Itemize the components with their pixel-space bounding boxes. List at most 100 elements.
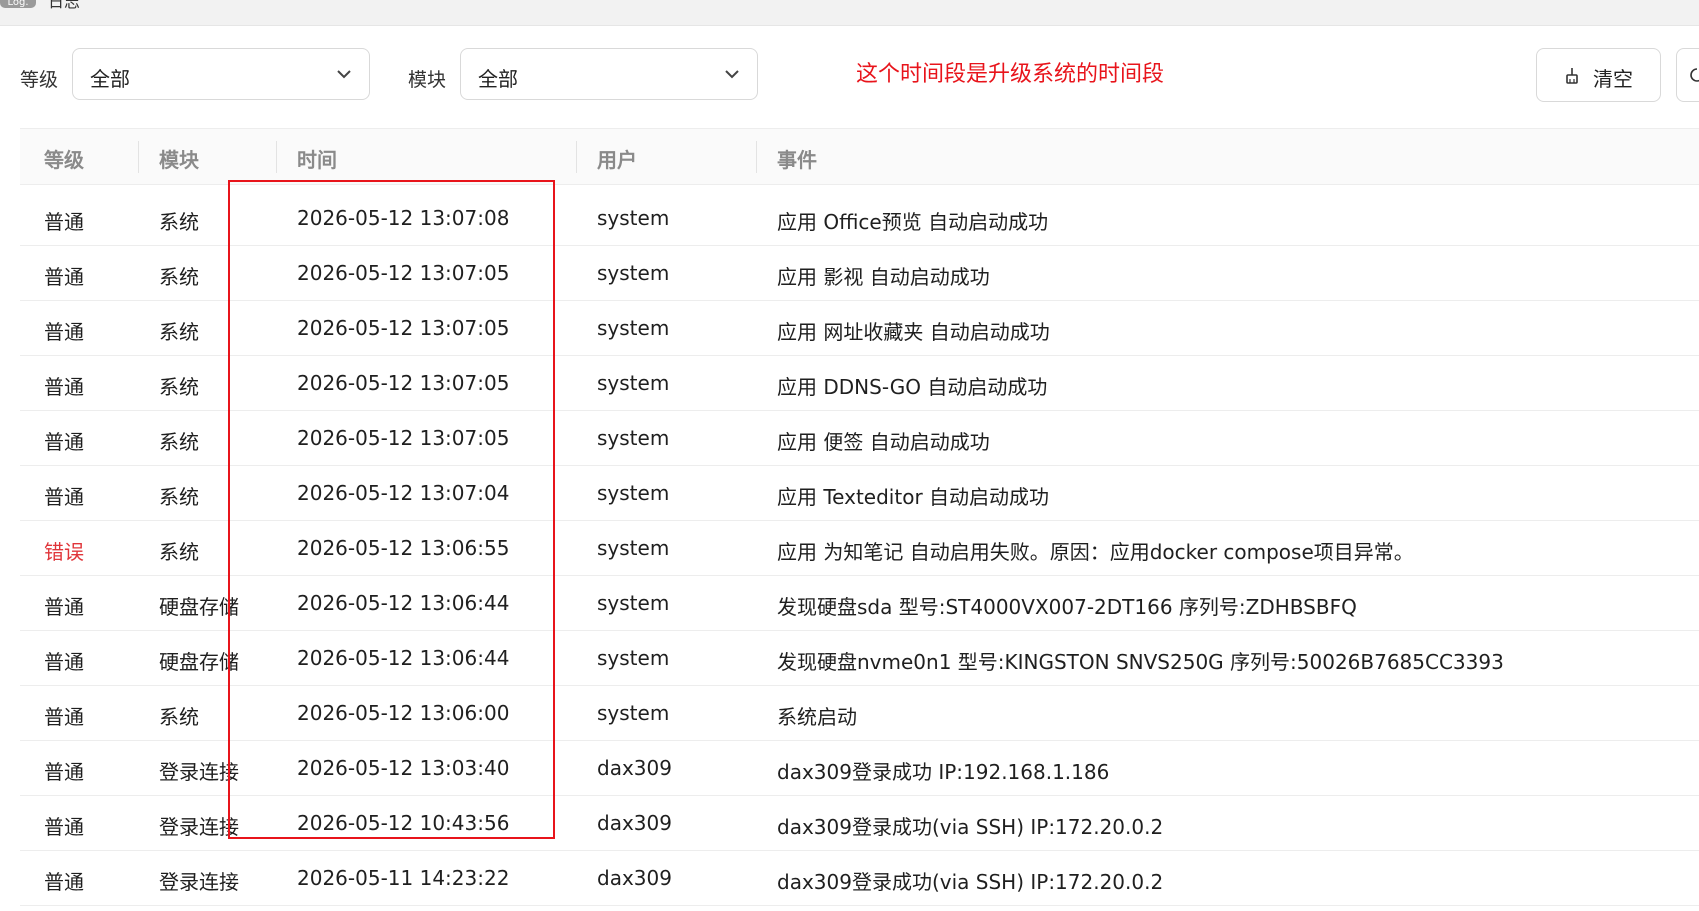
user-cell: system (597, 646, 670, 670)
event-cell: 发现硬盘sda 型号:ST4000VX007-2DT166 序列号:ZDHBSB… (777, 595, 1357, 619)
level-cell: 普通 (44, 375, 84, 399)
event-cell: dax309登录成功(via SSH) IP:172.20.0.2 (777, 815, 1164, 839)
level-cell: 普通 (44, 815, 84, 839)
user-cell: system (597, 261, 670, 285)
module-cell: 硬盘存储 (159, 650, 239, 674)
module-cell: 登录连接 (159, 870, 239, 894)
module-filter-label: 模块 (408, 69, 447, 91)
module-cell: 硬盘存储 (159, 595, 239, 619)
table-row[interactable]: 普通 系统 2026-05-12 13:07:05 system 应用 便签 自动启动成… (20, 411, 1699, 466)
user-cell: dax309 (597, 756, 672, 780)
app-title: 日志 (48, 0, 81, 11)
table-row[interactable]: 错误 系统 2026-05-12 13:06:55 system 应用 为知笔记 自动启… (20, 521, 1699, 576)
column-header-time: 时间 (297, 148, 337, 172)
time-cell: 2026-05-12 13:07:05 (297, 371, 510, 395)
refresh-icon (1690, 68, 1699, 82)
level-filter-label: 等级 (20, 69, 59, 91)
time-cell: 2026-05-12 13:07:05 (297, 316, 510, 340)
user-cell: system (597, 316, 670, 340)
annotation-note: 这个时间段是升级系统的时间段 (856, 62, 1165, 87)
level-cell: 普通 (44, 265, 84, 289)
level-cell: 普通 (44, 485, 84, 509)
table-row[interactable]: 普通 登录连接 2026-05-12 10:43:56 dax309 dax309登录成… (20, 796, 1699, 851)
table-row[interactable]: 普通 系统 2026-05-12 13:07:05 system 应用 网址收藏夹 自动… (20, 301, 1699, 356)
event-cell: 应用 影视 自动启动成功 (777, 265, 990, 289)
module-cell: 系统 (159, 210, 199, 234)
event-cell: dax309登录成功 IP:192.168.1.186 (777, 760, 1110, 784)
module-cell: 系统 (159, 320, 199, 344)
level-select[interactable]: 全部 (72, 48, 370, 100)
level-cell: 普通 (44, 430, 84, 454)
table-row[interactable]: 普通 系统 2026-05-12 13:06:00 system 系统启动 (20, 686, 1699, 741)
table-row[interactable]: 普通 系统 2026-05-12 13:07:05 system 应用 DDNS-GO … (20, 356, 1699, 411)
module-cell: 系统 (159, 485, 199, 509)
event-cell: 应用 便签 自动启动成功 (777, 430, 990, 454)
column-divider (576, 141, 577, 173)
user-cell: system (597, 206, 670, 230)
level-cell: 普通 (44, 760, 84, 784)
level-cell: 普通 (44, 595, 84, 619)
clear-broom-icon (1566, 68, 1578, 84)
module-select[interactable]: 全部 (460, 48, 758, 100)
user-cell: system (597, 426, 670, 450)
module-cell: 系统 (159, 705, 199, 729)
time-cell: 2026-05-12 13:07:05 (297, 426, 510, 450)
time-cell: 2026-05-12 13:07:05 (297, 261, 510, 285)
time-cell: 2026-05-12 13:06:44 (297, 646, 510, 670)
module-cell: 系统 (159, 430, 199, 454)
table-row[interactable]: 普通 登录连接 2026-05-11 14:23:22 dax309 dax309登录成… (20, 851, 1699, 906)
table-row[interactable]: 普通 硬盘存储 2026-05-12 13:06:44 system 发现硬盘sda 型… (20, 576, 1699, 631)
module-cell: 系统 (159, 540, 199, 564)
column-header-level: 等级 (44, 148, 84, 172)
time-cell: 2026-05-12 13:03:40 (297, 756, 510, 780)
event-cell: 应用 Texteditor 自动启动成功 (777, 485, 1050, 509)
table-body: 普通 系统 2026-05-12 13:07:08 system 应用 Office预览… (20, 191, 1699, 906)
event-cell: 应用 Office预览 自动启动成功 (777, 210, 1049, 234)
user-cell: system (597, 371, 670, 395)
event-cell: 发现硬盘nvme0n1 型号:KINGSTON SNVS250G 序列号:500… (777, 650, 1504, 674)
user-cell: dax309 (597, 866, 672, 890)
column-header-module: 模块 (159, 148, 199, 172)
user-cell: system (597, 481, 670, 505)
module-cell: 系统 (159, 375, 199, 399)
module-cell: 系统 (159, 265, 199, 289)
table-row[interactable]: 普通 系统 2026-05-12 13:07:08 system 应用 Office预览… (20, 191, 1699, 246)
event-cell: dax309登录成功(via SSH) IP:172.20.0.2 (777, 870, 1164, 894)
refresh-button[interactable] (1676, 48, 1699, 102)
time-cell: 2026-05-12 13:06:55 (297, 536, 510, 560)
event-cell: 系统启动 (777, 705, 857, 729)
table-row[interactable]: 普通 系统 2026-05-12 13:07:05 system 应用 影视 自动启动成… (20, 246, 1699, 301)
title-bar: Log. 日志 (0, 0, 1699, 26)
table-row[interactable]: 普通 系统 2026-05-12 13:07:04 system 应用 Textedit… (20, 466, 1699, 521)
table-row[interactable]: 普通 硬盘存储 2026-05-12 13:06:44 system 发现硬盘nvme0… (20, 631, 1699, 686)
log-table: 等级 模块 时间 用户 事件 普通 系统 2026-05-12 13:07:08 sy… (20, 128, 1699, 906)
table-row[interactable]: 普通 登录连接 2026-05-12 13:03:40 dax309 dax309登录成… (20, 741, 1699, 796)
chevron-down-icon (725, 70, 739, 79)
user-cell: system (597, 701, 670, 725)
module-select-value: 全部 (478, 67, 518, 91)
level-select-value: 全部 (90, 67, 130, 91)
level-cell: 普通 (44, 210, 84, 234)
column-divider (276, 141, 277, 173)
app-logo: Log. (0, 0, 36, 8)
module-cell: 登录连接 (159, 760, 239, 784)
time-cell: 2026-05-12 13:06:44 (297, 591, 510, 615)
filter-bar: 等级 全部 模块 全部 这个时间段是升级系统的时间段 清空 (0, 48, 1699, 104)
event-cell: 应用 网址收藏夹 自动启动成功 (777, 320, 1050, 344)
user-cell: system (597, 536, 670, 560)
level-cell: 普通 (44, 870, 84, 894)
time-cell: 2026-05-12 13:07:04 (297, 481, 510, 505)
column-divider (138, 141, 139, 173)
level-cell: 错误 (44, 540, 84, 564)
module-cell: 登录连接 (159, 815, 239, 839)
time-cell: 2026-05-12 10:43:56 (297, 811, 510, 835)
clear-button-label: 清空 (1593, 67, 1633, 91)
chevron-down-icon (337, 70, 351, 79)
event-cell: 应用 DDNS-GO 自动启动成功 (777, 375, 1048, 399)
level-cell: 普通 (44, 320, 84, 344)
clear-button[interactable]: 清空 (1536, 48, 1661, 102)
event-cell: 应用 为知笔记 自动启用失败。原因：应用docker compose项目异常。 (777, 540, 1414, 564)
table-header: 等级 模块 时间 用户 事件 (20, 128, 1699, 185)
user-cell: system (597, 591, 670, 615)
column-divider (756, 141, 757, 173)
